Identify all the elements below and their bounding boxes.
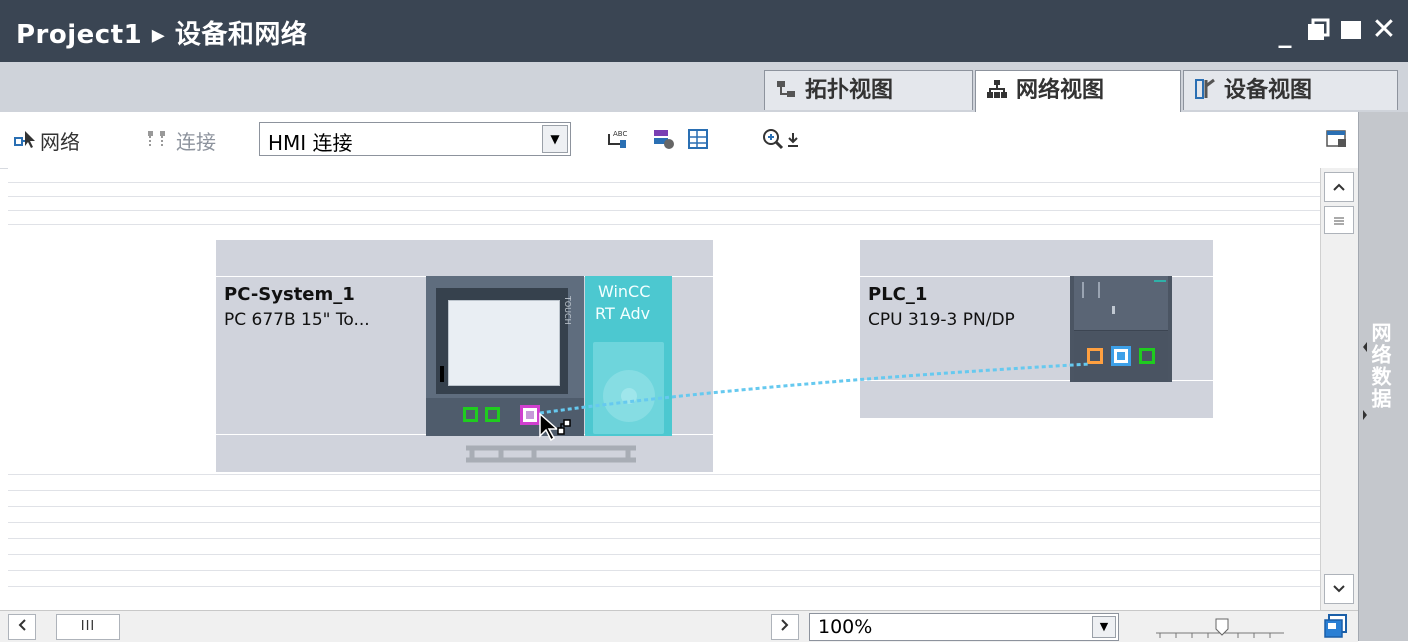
network-mode-button[interactable]: 网络: [40, 126, 80, 155]
chevron-up-icon: [1333, 183, 1345, 191]
connect-mode-icon[interactable]: [146, 128, 168, 150]
connect-cursor-icon: [539, 412, 571, 442]
topology-icon: [777, 81, 795, 97]
zoom-dropdown-icon[interactable]: [786, 128, 800, 150]
connection-type-value: HMI 连接: [268, 131, 353, 155]
zoom-in-icon[interactable]: [762, 128, 784, 150]
title-bar: Project1 ▸ 设备和网络 _ ✕: [0, 0, 1408, 62]
zoom-level-select[interactable]: 100% ▼: [809, 613, 1119, 641]
zoom-level-value: 100%: [818, 616, 873, 638]
window-title: Project1 ▸ 设备和网络: [16, 20, 308, 50]
vertical-scrollbar[interactable]: [1320, 168, 1359, 610]
chevron-down-icon: [1333, 585, 1345, 593]
connect-mode-button[interactable]: 连接: [176, 126, 216, 155]
connection-type-select[interactable]: HMI 连接 ▼: [259, 122, 571, 156]
show-address-icon[interactable]: ABC: [606, 128, 628, 150]
panel-settings-icon[interactable]: [1326, 128, 1350, 150]
tab-topology-label: 拓扑视图: [805, 78, 894, 103]
grip-icon: [1334, 217, 1344, 225]
scroll-down-button[interactable]: [1324, 574, 1354, 604]
tab-network-view[interactable]: 网络视图: [975, 70, 1181, 113]
tab-device-view[interactable]: 设备视图: [1183, 70, 1398, 110]
zoom-slider[interactable]: [1150, 615, 1290, 641]
chevron-down-icon[interactable]: ▼: [1092, 616, 1116, 638]
scroll-right-button[interactable]: [771, 614, 799, 640]
panel-expand-arrow-icon[interactable]: [1361, 400, 1369, 430]
network-toolbar: 网络 连接 HMI 连接 ▼ ABC: [0, 112, 1372, 169]
tab-network-label: 网络视图: [1016, 78, 1105, 103]
network-mode-icon[interactable]: [14, 128, 36, 150]
close-button[interactable]: ✕: [1369, 10, 1399, 50]
chevron-left-icon: [18, 619, 26, 631]
hmi-connection-line[interactable]: [8, 168, 1320, 610]
table-view-icon[interactable]: [687, 128, 709, 150]
h-scroll-thumb[interactable]: III: [56, 614, 120, 640]
svg-text:ABC: ABC: [613, 130, 627, 138]
tab-device-label: 设备视图: [1224, 78, 1313, 103]
network-icon: [987, 80, 1007, 98]
status-bar: III 100% ▼: [0, 610, 1358, 642]
chevron-right-icon: [781, 619, 789, 631]
tab-topology-view[interactable]: 拓扑视图: [764, 70, 973, 110]
network-overview-icon[interactable]: [653, 128, 675, 150]
chevron-down-icon[interactable]: ▼: [542, 125, 568, 153]
minimize-button[interactable]: _: [1270, 14, 1300, 54]
network-data-panel[interactable]: 网络数据: [1358, 112, 1408, 641]
scroll-thumb[interactable]: [1324, 206, 1354, 234]
device-icon: [1195, 78, 1215, 99]
view-tab-strip: 拓扑视图 网络视图 设备视图: [0, 62, 1408, 113]
network-canvas[interactable]: PC-System_1 PC 677B 15" To... TOUCH WinC…: [8, 168, 1320, 610]
maximize-button[interactable]: [1336, 10, 1366, 50]
scroll-up-button[interactable]: [1324, 172, 1354, 202]
maximize-icon: [1341, 21, 1361, 39]
network-data-label: 网络数据: [1368, 322, 1392, 410]
float-window-icon: [1308, 18, 1330, 40]
overview-navigation-icon[interactable]: [1324, 614, 1348, 638]
scroll-left-button[interactable]: [8, 614, 36, 640]
float-window-button[interactable]: [1303, 10, 1333, 50]
